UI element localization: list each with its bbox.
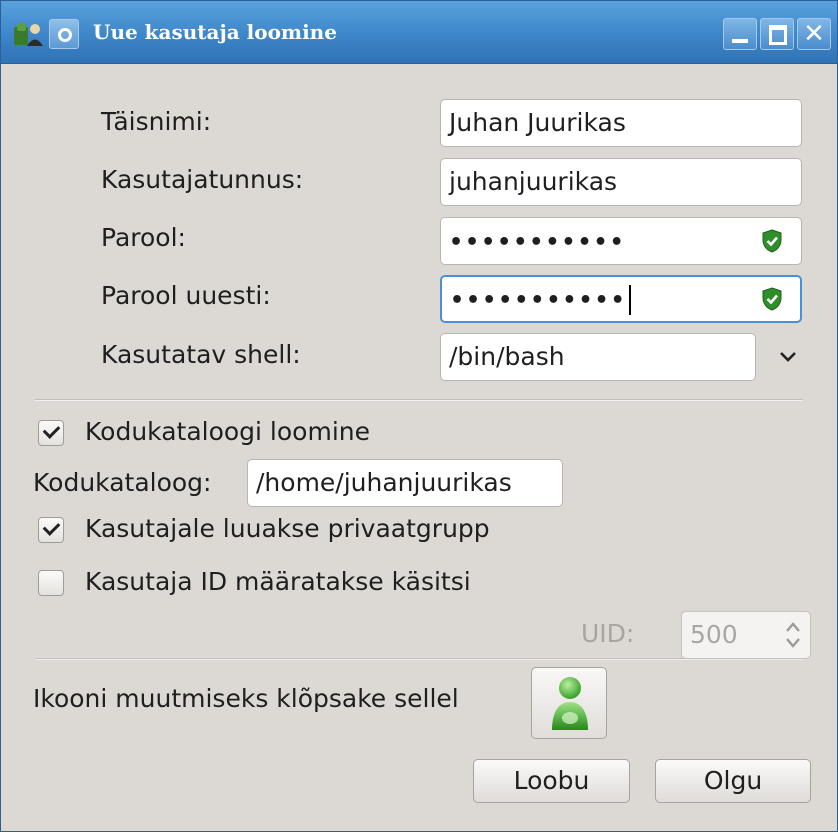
home-dir-label: Kodukataloog: — [33, 468, 212, 497]
minimize-button[interactable] — [723, 18, 757, 50]
uid-spinbox[interactable]: 500 — [681, 611, 811, 659]
checkmark-icon — [42, 518, 61, 536]
checkmark-icon — [42, 421, 61, 439]
shield-check-icon — [762, 287, 782, 311]
username-label: Kasutajatunnus: — [101, 165, 304, 194]
fullname-label: Täisnimi: — [101, 107, 212, 136]
create-home-label[interactable]: Kodukataloogi loomine — [85, 415, 370, 449]
shell-label: Kasutatav shell: — [101, 340, 301, 369]
window-title: Uue kasutaja loomine — [93, 20, 337, 44]
private-group-label[interactable]: Kasutajale luuakse privaatgrupp — [85, 512, 490, 546]
password-label: Parool: — [101, 223, 186, 252]
chevron-down-icon[interactable] — [777, 345, 799, 367]
close-button[interactable]: ✕ — [797, 18, 831, 50]
window-menu-icon[interactable] — [49, 19, 79, 49]
fullname-field[interactable]: Juhan Juurikas — [440, 99, 802, 147]
password-repeat-value: ••••••••••• — [450, 288, 627, 313]
users-icon[interactable] — [13, 21, 45, 47]
text-cursor — [628, 285, 631, 315]
maximize-button[interactable] — [760, 18, 794, 50]
new-user-dialog: Uue kasutaja loomine ✕ Täisnimi: Juhan J… — [0, 0, 838, 832]
username-field[interactable]: juhanjuurikas — [440, 158, 802, 206]
shell-combo-input[interactable]: /bin/bash — [440, 333, 756, 381]
password-repeat-field[interactable]: ••••••••••• — [440, 275, 802, 323]
avatar-button[interactable] — [531, 667, 607, 739]
manual-uid-checkbox[interactable] — [38, 570, 64, 596]
uid-label: UID: — [581, 619, 635, 648]
password-repeat-label: Parool uuesti: — [101, 281, 271, 310]
private-group-checkbox[interactable] — [38, 517, 64, 543]
ok-button[interactable]: Olgu — [655, 759, 811, 803]
title-bar[interactable]: Uue kasutaja loomine ✕ — [1, 1, 837, 64]
user-avatar-icon — [552, 677, 588, 730]
home-dir-field[interactable]: /home/juhanjuurikas — [247, 459, 563, 507]
shield-check-icon — [762, 229, 782, 253]
create-home-checkbox[interactable] — [38, 420, 64, 446]
password-field[interactable]: ••••••••••• — [440, 217, 802, 265]
icon-change-label: Ikooni muutmiseks klõpsake sellel — [33, 684, 459, 713]
separator — [35, 399, 803, 401]
password-value: ••••••••••• — [449, 230, 626, 255]
manual-uid-label[interactable]: Kasutaja ID määratakse käsitsi — [85, 565, 471, 599]
spin-arrows-icon[interactable] — [784, 620, 802, 650]
uid-value: 500 — [690, 620, 738, 649]
separator — [35, 658, 803, 660]
cancel-button[interactable]: Loobu — [473, 759, 630, 803]
